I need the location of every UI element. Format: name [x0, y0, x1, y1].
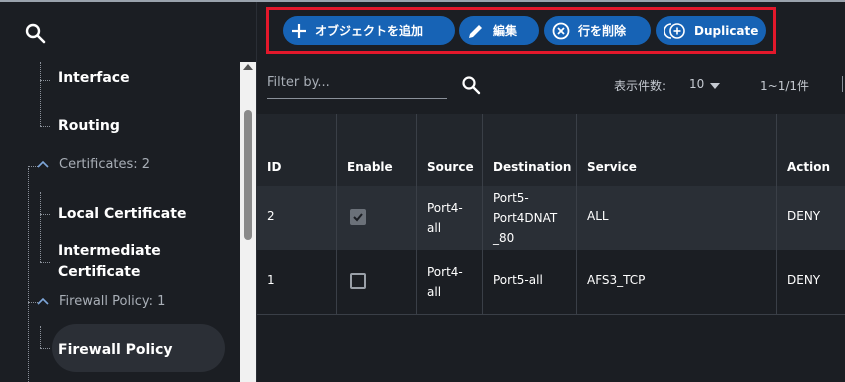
column-divider: [776, 114, 777, 314]
chevron-up-icon[interactable]: [37, 297, 49, 305]
search-icon[interactable]: [461, 75, 481, 95]
enable-checkbox[interactable]: [350, 209, 366, 225]
cell-action: DENY: [787, 209, 821, 223]
scrollbar-thumb[interactable]: [244, 110, 252, 240]
page-size-select[interactable]: 10: [689, 77, 704, 91]
column-header-action[interactable]: Action: [787, 160, 830, 174]
sidebar-group-firewall-policy[interactable]: Firewall Policy: 1: [59, 294, 165, 309]
cell-service: ALL: [587, 209, 609, 223]
cell-id: 2: [267, 209, 275, 223]
tree-connector: [40, 214, 50, 215]
sidebar-item-routing[interactable]: Routing: [58, 118, 120, 134]
column-divider: [482, 114, 483, 314]
sidebar-group-certificates[interactable]: Certificates: 2: [59, 157, 150, 172]
column-header-source[interactable]: Source: [427, 160, 474, 174]
chevron-up-icon[interactable]: [37, 160, 49, 168]
toolbar-highlight-box: [266, 7, 776, 54]
page-size-label: 表示件数:: [614, 79, 667, 93]
cell-action: DENY: [787, 273, 821, 287]
page-range: 1~1/1件: [760, 79, 810, 93]
table-header: [257, 114, 845, 186]
tree-connector: [40, 80, 50, 81]
tree-connector: [40, 348, 50, 349]
cell-destination: Port5- Port4DNAT _80: [493, 191, 558, 245]
search-icon[interactable]: [24, 22, 46, 44]
filter-input[interactable]: Filter by...: [267, 75, 330, 90]
column-header-id[interactable]: ID: [267, 160, 281, 174]
cell-source: Port4- all: [427, 201, 463, 235]
pager-divider: [842, 76, 843, 92]
table-row[interactable]: [257, 250, 845, 315]
tree-connector: [28, 168, 29, 382]
column-header-service[interactable]: Service: [587, 160, 637, 174]
tree-connector: [40, 126, 50, 127]
filter-underline: [267, 98, 447, 99]
sidebar-item-firewall-policy[interactable]: Firewall Policy: [58, 342, 173, 358]
tree-connector: [40, 62, 41, 126]
sidebar-item-interface[interactable]: Interface: [58, 70, 130, 86]
cell-destination: Port5-all: [493, 273, 543, 287]
column-divider: [576, 114, 577, 314]
cell-source: Port4- all: [427, 265, 463, 299]
check-icon: [353, 213, 363, 222]
column-header-destination[interactable]: Destination: [493, 160, 571, 174]
sidebar-item-local-certificate[interactable]: Local Certificate: [58, 206, 186, 222]
sidebar-item-intermediate-certificate-line1[interactable]: Intermediate: [58, 243, 161, 259]
cell-id: 1: [267, 273, 275, 287]
chevron-down-icon[interactable]: [710, 83, 720, 89]
enable-checkbox[interactable]: [350, 273, 366, 289]
tree-connector: [40, 262, 50, 263]
column-divider: [416, 114, 417, 314]
scroll-up-arrow-icon[interactable]: [243, 64, 253, 70]
tree-connector: [40, 326, 41, 348]
cell-service: AFS3_TCP: [587, 273, 646, 287]
column-divider: [336, 114, 337, 314]
sidebar-item-intermediate-certificate-line2[interactable]: Certificate: [58, 264, 140, 280]
tree-connector: [40, 192, 41, 262]
column-header-enable[interactable]: Enable: [347, 160, 393, 174]
